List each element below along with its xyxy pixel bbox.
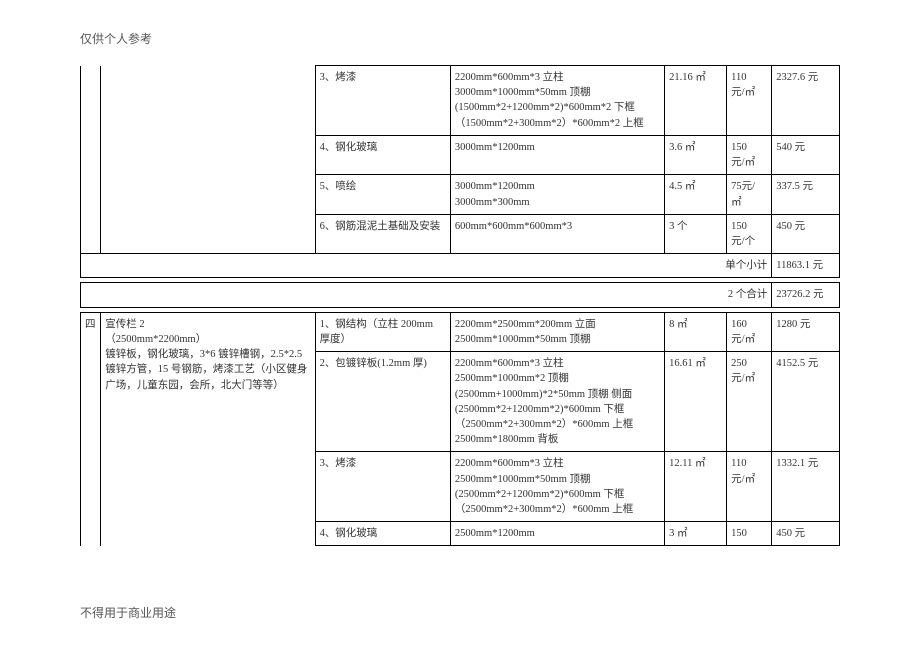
unitprice-cell: 250元/㎡ xyxy=(727,352,772,452)
index-cell: 四 xyxy=(81,312,101,546)
amount-cell: 540 元 xyxy=(772,135,840,174)
subtotal-row: 单个小计 11863.1 元 xyxy=(81,254,840,278)
item-cell: 5、喷绘 xyxy=(315,175,450,214)
unitprice-cell: 110元/㎡ xyxy=(727,66,772,136)
pricing-table: 3、烤漆 2200mm*600mm*3 立柱3000mm*1000mm*50mm… xyxy=(80,65,840,546)
item-cell: 2、包镀锌板(1.2mm 厚) xyxy=(315,352,450,452)
qty-cell: 12.11 ㎡ xyxy=(665,452,727,522)
qty-cell: 3.6 ㎡ xyxy=(665,135,727,174)
spec-cell: 2200mm*600mm*3 立柱3000mm*1000mm*50mm 顶棚(1… xyxy=(450,66,664,136)
amount-cell: 2327.6 元 xyxy=(772,66,840,136)
item-cell: 3、烤漆 xyxy=(315,452,450,522)
spec-cell: 3000mm*1200mm3000mm*300mm xyxy=(450,175,664,214)
spec-cell: 2200mm*2500mm*200mm 立面2500mm*1000mm*50mm… xyxy=(450,312,664,351)
unitprice-cell: 75元/㎡ xyxy=(727,175,772,214)
desc-cell: 宣传栏 2（2500mm*2200mm）镀锌板，钢化玻璃，3*6 镀锌槽钢，2.… xyxy=(101,312,315,546)
amount-cell: 337.5 元 xyxy=(772,175,840,214)
unitprice-cell: 150 xyxy=(727,522,772,546)
table-row: 3、烤漆 2200mm*600mm*3 立柱3000mm*1000mm*50mm… xyxy=(81,66,840,136)
unitprice-cell: 150元/㎡ xyxy=(727,135,772,174)
amount-cell: 450 元 xyxy=(772,522,840,546)
amount-cell: 1332.1 元 xyxy=(772,452,840,522)
spec-cell: 2200mm*600mm*3 立柱2500mm*1000mm*2 顶棚(2500… xyxy=(450,352,664,452)
item-cell: 4、钢化玻璃 xyxy=(315,135,450,174)
unitprice-cell: 160元/㎡ xyxy=(727,312,772,351)
subtotal-amount: 23726.2 元 xyxy=(772,283,840,307)
unitprice-cell: 110元/㎡ xyxy=(727,452,772,522)
amount-cell: 4152.5 元 xyxy=(772,352,840,452)
index-cell xyxy=(81,66,101,254)
qty-cell: 4.5 ㎡ xyxy=(665,175,727,214)
spec-cell: 3000mm*1200mm xyxy=(450,135,664,174)
desc-cell xyxy=(101,66,315,254)
item-cell: 6、钢筋混泥土基础及安装 xyxy=(315,214,450,253)
item-cell: 3、烤漆 xyxy=(315,66,450,136)
qty-cell: 21.16 ㎡ xyxy=(665,66,727,136)
qty-cell: 16.61 ㎡ xyxy=(665,352,727,452)
unitprice-cell: 150元/个 xyxy=(727,214,772,253)
qty-cell: 3 个 xyxy=(665,214,727,253)
footer-note: 不得用于商业用途 xyxy=(80,604,176,621)
amount-cell: 1280 元 xyxy=(772,312,840,351)
item-cell: 4、钢化玻璃 xyxy=(315,522,450,546)
qty-cell: 3 ㎡ xyxy=(665,522,727,546)
qty-cell: 8 ㎡ xyxy=(665,312,727,351)
spec-cell: 600mm*600mm*600mm*3 xyxy=(450,214,664,253)
subtotal-row: 2 个合计 23726.2 元 xyxy=(81,283,840,307)
subtotal-label: 单个小计 xyxy=(81,254,772,278)
spec-cell: 2500mm*1200mm xyxy=(450,522,664,546)
subtotal-label: 2 个合计 xyxy=(81,283,772,307)
amount-cell: 450 元 xyxy=(772,214,840,253)
spec-cell: 2200mm*600mm*3 立柱2500mm*1000mm*50mm 顶棚(2… xyxy=(450,452,664,522)
item-cell: 1、钢结构（立柱 200mm 厚度） xyxy=(315,312,450,351)
table-row: 四 宣传栏 2（2500mm*2200mm）镀锌板，钢化玻璃，3*6 镀锌槽钢，… xyxy=(81,312,840,351)
header-note: 仅供个人参考 xyxy=(80,30,840,47)
subtotal-amount: 11863.1 元 xyxy=(772,254,840,278)
